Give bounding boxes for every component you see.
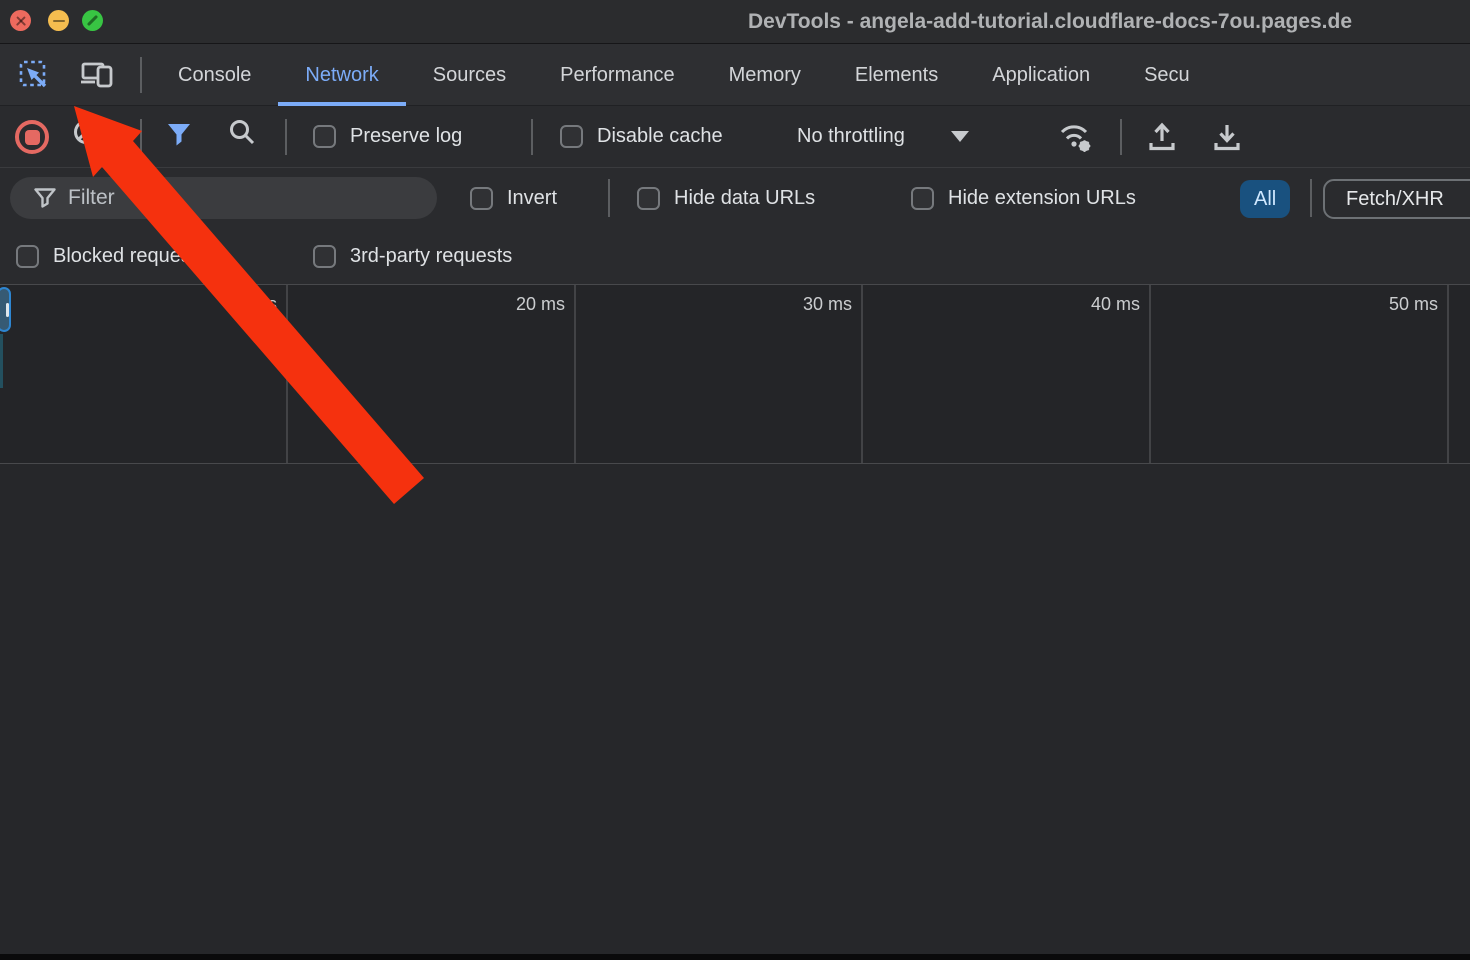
hide-extension-urls-checkbox[interactable] [911,187,934,210]
disable-cache-checkbox-group[interactable]: Disable cache [560,106,723,167]
disable-cache-label: Disable cache [597,125,723,148]
request-type-chip-fetch-xhr[interactable]: Fetch/XHR [1323,179,1470,219]
filterbar-separator [1310,179,1312,217]
tab-application[interactable]: Application [965,44,1117,106]
funnel-outline-icon [34,188,56,208]
more-filters-row: Blocked requests 3rd-party requests [0,228,1470,285]
timeline-gridline [861,285,863,463]
filter-input-container[interactable] [10,177,437,219]
request-type-chip-all[interactable]: All [1240,180,1290,218]
devtools-tabbar: Console Network Sources Performance Memo… [0,44,1470,106]
upload-icon [1146,121,1178,153]
device-toolbar-icon [80,59,116,91]
hide-extension-urls-label: Hide extension URLs [948,187,1136,210]
invert-label: Invert [507,187,557,210]
timeline-drag-handle[interactable] [0,287,11,332]
stop-square-icon [25,130,40,145]
tab-elements[interactable]: Elements [828,44,965,106]
throttling-dropdown[interactable]: No throttling [797,106,969,167]
minimize-window-button[interactable] [48,10,69,31]
timeline-tick-label: 20 ms [516,294,565,315]
invert-checkbox[interactable] [470,187,493,210]
request-list-empty-area: Recordi Perform a request [0,464,1470,954]
tab-sources[interactable]: Sources [406,44,533,106]
timeline-gridline [1149,285,1151,463]
network-conditions-icon [1058,119,1096,155]
timeline-tick-label: 10 ms [228,294,277,315]
timeline-tick-label: 40 ms [1091,294,1140,315]
network-toolbar: Preserve log Disable cache No throttling [0,106,1470,168]
clear-icon [72,118,100,146]
tab-console[interactable]: Console [151,44,278,106]
zoom-window-button[interactable] [82,10,103,31]
filter-input[interactable] [68,186,419,210]
timeline-gridline [286,285,288,463]
third-party-requests-checkbox-group[interactable]: 3rd-party requests [313,228,512,284]
toolbar-separator [285,119,287,155]
import-har-button[interactable] [1146,121,1178,153]
preserve-log-checkbox[interactable] [313,125,336,148]
search-icon [228,118,256,146]
blocked-requests-label: Blocked requests [53,245,206,268]
toolbar-separator [140,119,142,155]
timeline-tick-label: 50 ms [1389,294,1438,315]
timeline-tick-label: 30 ms [803,294,852,315]
hide-data-urls-checkbox-group[interactable]: Hide data URLs [637,168,815,228]
hide-data-urls-checkbox[interactable] [637,187,660,210]
close-window-button[interactable] [10,10,31,31]
timeline-gridline [574,285,576,463]
tab-memory[interactable]: Memory [702,44,828,106]
hide-extension-urls-checkbox-group[interactable]: Hide extension URLs [911,168,1136,228]
filter-toggle-button[interactable] [166,121,192,147]
inspect-element-button[interactable] [18,59,50,91]
tab-network[interactable]: Network [278,44,405,106]
network-conditions-button[interactable] [1058,119,1096,155]
export-har-button[interactable] [1211,121,1243,153]
timeline-selection-edge [0,334,3,388]
timeline-gridline [1447,285,1449,463]
invert-checkbox-group[interactable]: Invert [470,168,557,228]
tab-security[interactable]: Secu [1117,44,1217,106]
tabbar-separator [140,57,142,93]
blocked-requests-checkbox[interactable] [16,245,39,268]
preserve-log-label: Preserve log [350,125,462,148]
search-requests-button[interactable] [228,118,256,146]
filterbar-separator [608,179,610,217]
toolbar-separator [1120,119,1122,155]
titlebar: DevTools - angela-add-tutorial.cloudflar… [0,0,1470,44]
throttling-value: No throttling [797,125,905,148]
clear-requests-button[interactable] [72,118,100,146]
disable-cache-checkbox[interactable] [560,125,583,148]
toolbar-separator [531,119,533,155]
funnel-icon [166,121,192,147]
network-filter-bar: Invert Hide data URLs Hide extension URL… [0,168,1470,228]
third-party-requests-checkbox[interactable] [313,245,336,268]
chevron-down-icon [951,131,969,142]
hide-data-urls-label: Hide data URLs [674,187,815,210]
window-bottom-edge [0,954,1470,960]
tab-performance[interactable]: Performance [533,44,702,106]
download-icon [1211,121,1243,153]
handle-grip-icon [6,303,9,317]
network-overview-timeline[interactable]: 10 ms 20 ms 30 ms 40 ms 50 ms [0,285,1470,464]
stop-recording-button[interactable] [15,120,49,154]
preserve-log-checkbox-group[interactable]: Preserve log [313,106,462,167]
inspect-cursor-icon [18,59,50,91]
panel-tabs: Console Network Sources Performance Memo… [151,44,1217,106]
window-title: DevTools - angela-add-tutorial.cloudflar… [748,0,1352,44]
blocked-requests-checkbox-group[interactable]: Blocked requests [16,228,206,284]
third-party-requests-label: 3rd-party requests [350,245,512,268]
device-toolbar-button[interactable] [80,59,116,91]
